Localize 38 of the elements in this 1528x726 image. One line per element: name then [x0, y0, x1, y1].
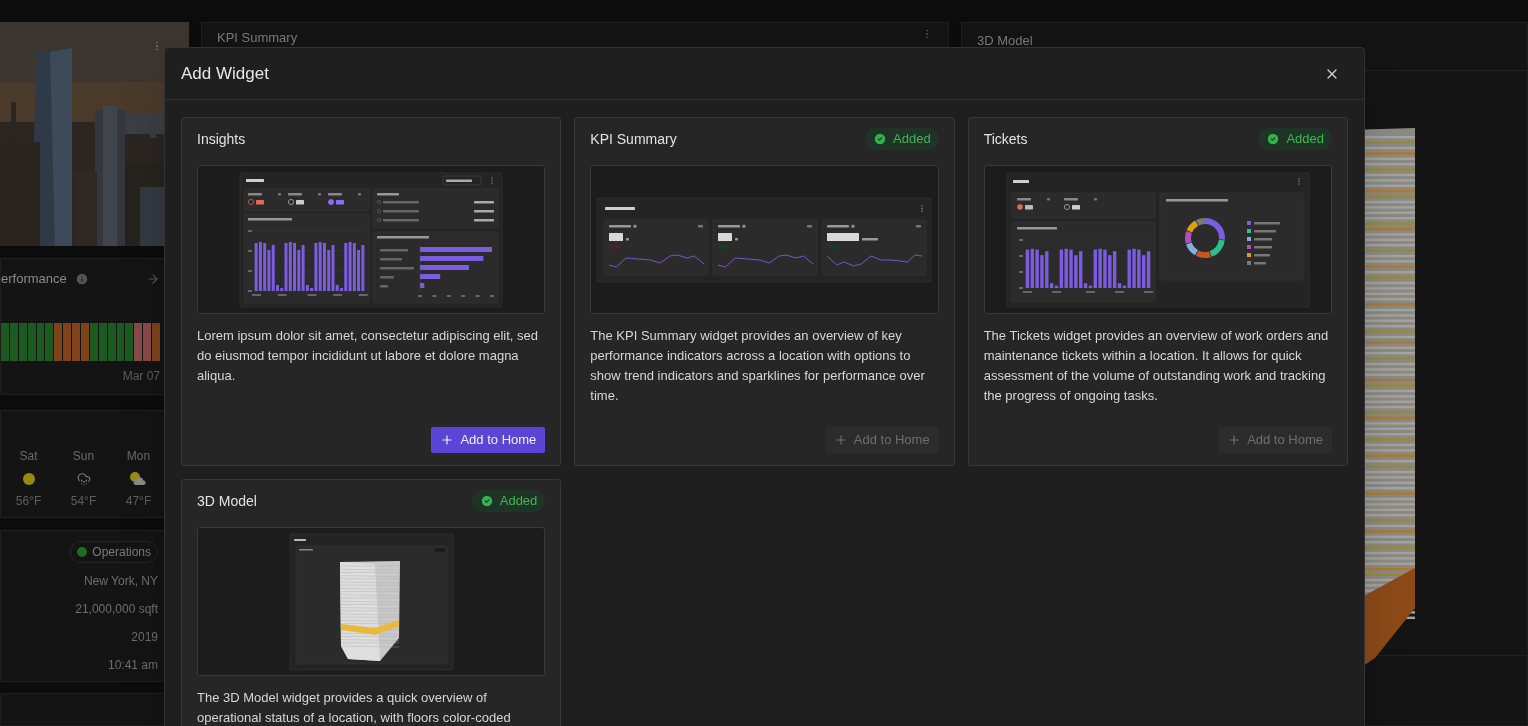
weather-temp: 47°F	[125, 493, 152, 510]
plus-icon	[833, 433, 848, 447]
detail-value: 2019	[131, 629, 158, 646]
plus-icon	[1227, 433, 1242, 447]
detail-value: New York, NY	[83, 573, 158, 590]
dialog-title: Add Widget	[181, 62, 269, 85]
sun-icon	[22, 472, 35, 485]
add-to-home-button[interactable]: Add to Home	[431, 427, 546, 453]
check-circle-icon	[1266, 132, 1281, 146]
check-circle-icon	[873, 132, 888, 146]
weather-day: Mon	[126, 447, 151, 465]
weather-temp: 54°F	[70, 493, 97, 510]
widget-title: KPI Summary	[590, 129, 677, 149]
arrow-icon[interactable]	[146, 271, 160, 286]
check-circle-icon	[479, 494, 494, 508]
widget-title: 3D Model	[197, 491, 257, 511]
card-title: erformance	[1, 270, 67, 288]
weather-day: Sat	[19, 447, 38, 465]
added-badge: Added	[1258, 128, 1332, 150]
weather-day: Sun	[72, 447, 95, 465]
widget-description: The Tickets widget provides an overview of work orders and maintenance tickets within a location. It allows for quick assessment of the volume of outstanding work and tracking the progress of ongoing tasks.	[983, 327, 1330, 405]
partly-cloudy-icon	[130, 472, 147, 485]
plus-icon	[440, 433, 455, 447]
rain-cloud-icon	[76, 471, 91, 486]
widget-title: Tickets	[983, 129, 1028, 149]
detail-value: 10:41 am	[107, 657, 158, 674]
widget-description: Lorem ipsum dolor sit amet, consectetur adipiscing elit, sed do eiusmod tempor incididunt ut labore et dolore magna aliqua.	[197, 327, 540, 385]
widget-description: The 3D Model widget provides a quick overview of operational status of a location, with floors color-coded	[197, 689, 512, 726]
detail-value: 21,000,000 sqft	[75, 601, 158, 618]
date-label: Mar 07	[122, 367, 160, 385]
widget-title: Insights	[197, 129, 246, 149]
card-title: KPI Summary	[217, 29, 298, 47]
widget-description: The KPI Summary widget provides an overview of key performance indicators across a location with options to show trend indicators and sparklines for performance over time.	[590, 327, 926, 405]
info-icon[interactable]	[74, 271, 89, 286]
weather-temp: 56°F	[15, 493, 42, 510]
card-title: 3D Model	[977, 33, 1033, 48]
added-badge: Added	[865, 128, 939, 150]
added-badge: Added	[471, 490, 546, 512]
